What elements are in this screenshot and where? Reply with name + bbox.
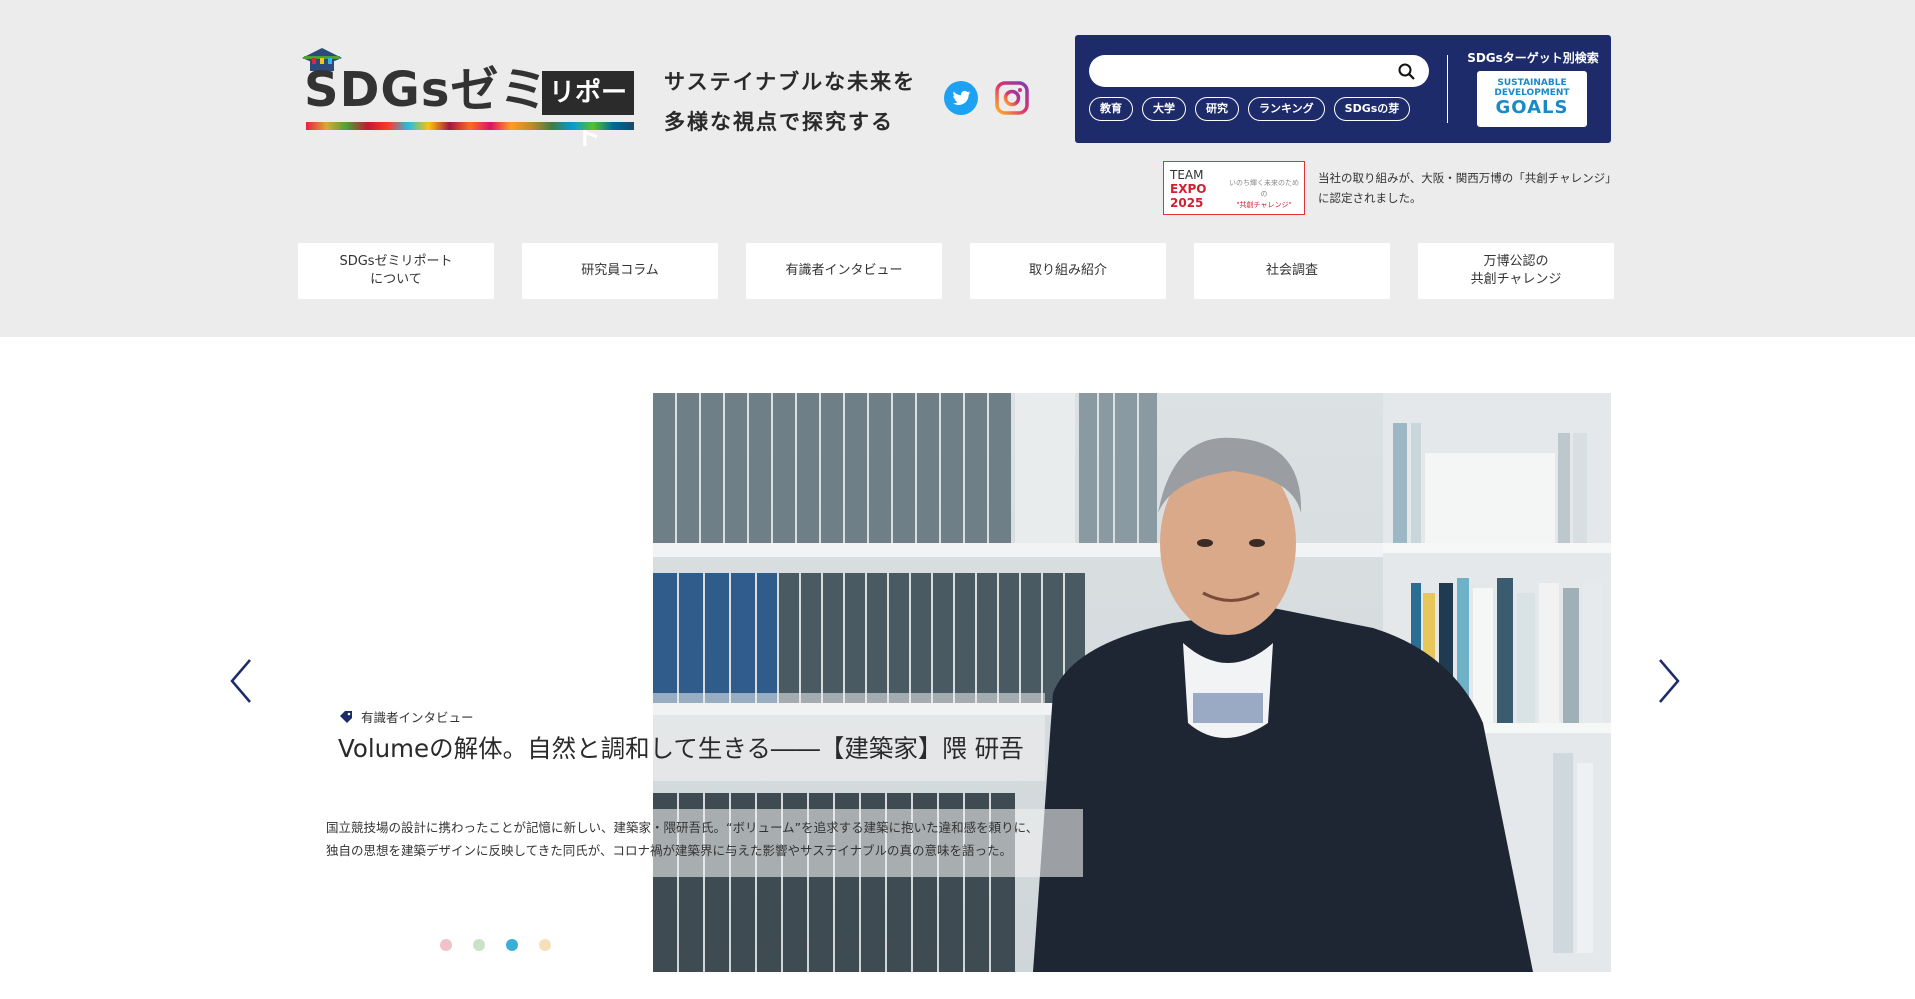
hero-category[interactable]: 有識者インタビュー — [339, 707, 474, 726]
search-tag-university[interactable]: 大学 — [1142, 97, 1186, 121]
carousel-dot-2[interactable] — [473, 939, 485, 951]
hero-category-label: 有識者インタビュー — [361, 710, 474, 725]
instagram-icon[interactable] — [994, 80, 1030, 116]
team-expo-2025-badge[interactable]: TEAM EXPO 2025 いのち輝く未来のための "共創チャレンジ" — [1163, 161, 1305, 215]
search-tag-sdgs-sprout[interactable]: SDGsの芽 — [1333, 97, 1411, 121]
search-tag-education[interactable]: 教育 — [1089, 97, 1133, 121]
expo-wordmark: TEAM EXPO 2025 — [1170, 168, 1206, 210]
hero-description-line-1: 国立競技場の設計に携わったことが記憶に新しい、建築家・隈研吾氏。“ボリューム”を… — [326, 820, 1039, 835]
search-tag-list: 教育 大学 研究 ランキング SDGsの芽 — [1089, 97, 1411, 121]
nav-item-expo-challenge[interactable]: 万博公認の 共創チャレンジ — [1418, 243, 1614, 299]
expo-certification-text: 当社の取り組みが、大阪・関西万博の「共創チャレンジ」に認定されました。 — [1318, 171, 1617, 205]
carousel-pagination — [440, 939, 551, 951]
twitter-icon[interactable] — [943, 80, 979, 116]
search-divider — [1447, 55, 1448, 123]
carousel-next-arrow-icon[interactable] — [1654, 656, 1684, 706]
tag-icon — [340, 710, 352, 723]
expo-sub-line-2: "共創チャレンジ" — [1236, 201, 1292, 209]
site-header: SDGsゼミ リポート サステイナブルな未来を 多様な視点で探究する 教育 大学… — [0, 0, 1915, 337]
logo-report-box: リポート — [542, 71, 634, 152]
nav-item-expert-interview[interactable]: 有識者インタビュー — [746, 243, 942, 299]
nav-item-social-survey[interactable]: 社会調査 — [1194, 243, 1390, 299]
search-tag-research[interactable]: 研究 — [1195, 97, 1239, 121]
carousel-prev-arrow-icon[interactable] — [226, 656, 256, 706]
site-logo[interactable]: SDGsゼミ リポート — [298, 44, 636, 152]
sdg-logo-line-1: SUSTAINABLE — [1497, 78, 1567, 88]
search-icon[interactable] — [1397, 62, 1417, 82]
tagline-line-1: サステイナブルな未来を — [664, 70, 917, 94]
tagline-line-2: 多様な視点で探究する — [664, 110, 894, 134]
expo-year: 2025 — [1170, 196, 1204, 210]
carousel-dot-3-active[interactable] — [506, 939, 518, 951]
site-tagline: サステイナブルな未来を 多様な視点で探究する — [664, 62, 916, 142]
expo-expo: EXPO — [1170, 182, 1207, 196]
logo-color-stripe — [306, 122, 634, 130]
search-input[interactable] — [1089, 55, 1429, 87]
nav-item-researcher-column[interactable]: 研究員コラム — [522, 243, 718, 299]
hero-description: 国立競技場の設計に携わったことが記憶に新しい、建築家・隈研吾氏。“ボリューム”を… — [326, 816, 1086, 862]
expo-subtitle: いのち輝く未来のための "共創チャレンジ" — [1228, 178, 1300, 211]
search-panel: 教育 大学 研究 ランキング SDGsの芽 SDGsターゲット別検索 SUSTA… — [1075, 35, 1611, 143]
search-tag-ranking[interactable]: ランキング — [1248, 97, 1325, 121]
carousel-dot-4[interactable] — [539, 939, 551, 951]
logo-wordmark: SDGsゼミ — [304, 62, 549, 118]
hero-slide-image[interactable] — [653, 393, 1611, 972]
sdg-target-search-label: SDGsターゲット別検索 — [1467, 51, 1599, 65]
carousel-dot-1[interactable] — [440, 939, 452, 951]
sdg-goals-logo-button[interactable]: SUSTAINABLE DEVELOPMENT GOALS — [1477, 71, 1587, 127]
hero-description-line-2: 独自の思想を建築デザインに反映してきた同氏が、コロナ禍が建築界に与えた影響やサス… — [326, 843, 1013, 858]
expo-team: TEAM — [1170, 168, 1204, 182]
main-nav: SDGsゼミリポート について 研究員コラム 有識者インタビュー 取り組み紹介 … — [298, 243, 1614, 299]
bookshelf-photo — [653, 393, 1611, 972]
sdg-logo-line-3: GOALS — [1495, 97, 1569, 118]
nav-item-initiatives[interactable]: 取り組み紹介 — [970, 243, 1166, 299]
nav-item-about[interactable]: SDGsゼミリポート について — [298, 243, 494, 299]
expo-sub-line-1: いのち輝く未来のための — [1229, 179, 1299, 198]
hero-title[interactable]: Volumeの解体。自然と調和して生きる――【建築家】隈 研吾 — [338, 730, 1024, 765]
